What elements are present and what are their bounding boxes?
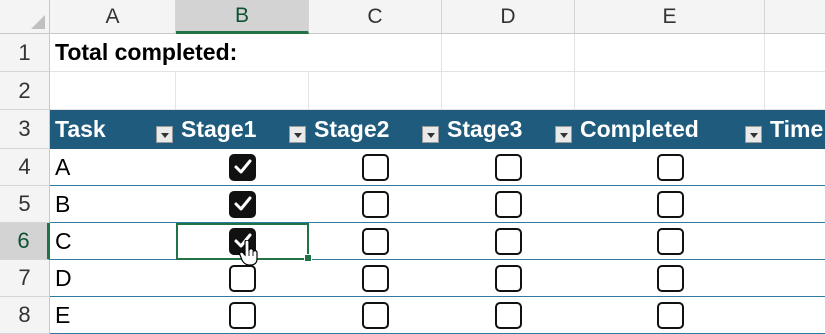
- cell-c1[interactable]: [309, 34, 442, 72]
- header-time[interactable]: Time: [765, 110, 825, 149]
- select-all-corner[interactable]: [0, 0, 50, 34]
- cell-b2[interactable]: [176, 72, 309, 110]
- task-cell[interactable]: A: [50, 149, 176, 186]
- stage3-cell[interactable]: [442, 149, 575, 186]
- cell-e1[interactable]: [575, 34, 765, 72]
- header-task[interactable]: Task: [50, 110, 176, 149]
- row-header-5[interactable]: 5: [0, 186, 50, 223]
- check-mark-icon: [234, 196, 251, 211]
- task-cell[interactable]: B: [50, 186, 176, 223]
- stage1-checkbox[interactable]: [229, 153, 256, 181]
- stage3-cell[interactable]: [442, 260, 575, 297]
- stage3-checkbox[interactable]: [495, 301, 522, 329]
- stage1-cell[interactable]: [176, 149, 309, 186]
- column-header-a[interactable]: A: [50, 0, 176, 34]
- stage2-checkbox[interactable]: [362, 153, 389, 181]
- completed-cell[interactable]: [575, 223, 765, 260]
- completed-cell[interactable]: [575, 186, 765, 223]
- header-task-label: Task: [55, 116, 106, 142]
- row-header-1[interactable]: 1: [0, 34, 50, 72]
- stage3-checkbox[interactable]: [495, 264, 522, 292]
- time-cell[interactable]: [765, 149, 825, 186]
- filter-dropdown-icon[interactable]: [555, 126, 572, 143]
- total-completed-label[interactable]: Total completed:: [50, 34, 309, 72]
- stage2-checkbox[interactable]: [362, 190, 389, 218]
- cell-f2[interactable]: [765, 72, 825, 110]
- completed-cell[interactable]: [575, 260, 765, 297]
- header-time-label: Time: [770, 116, 824, 142]
- stage1-checkbox[interactable]: [229, 264, 256, 292]
- stage3-checkbox[interactable]: [495, 153, 522, 181]
- cell-d1[interactable]: [442, 34, 575, 72]
- spreadsheet-grid: A B C D E 1 2 3 4 5 6 7 8 Total complete…: [0, 0, 825, 334]
- header-stage2-label: Stage2: [314, 116, 390, 142]
- completed-cell[interactable]: [575, 297, 765, 334]
- header-stage2[interactable]: Stage2: [309, 110, 442, 149]
- row-header-8[interactable]: 8: [0, 297, 50, 334]
- filter-dropdown-icon[interactable]: [156, 126, 173, 143]
- completed-checkbox[interactable]: [656, 153, 684, 181]
- stage3-cell[interactable]: [442, 297, 575, 334]
- task-cell[interactable]: D: [50, 260, 176, 297]
- stage2-cell[interactable]: [309, 260, 442, 297]
- stage2-cell[interactable]: [309, 149, 442, 186]
- column-header-b[interactable]: B: [176, 0, 309, 34]
- header-stage1[interactable]: Stage1: [176, 110, 309, 149]
- stage2-cell[interactable]: [309, 223, 442, 260]
- cell-f1[interactable]: [765, 34, 825, 72]
- header-completed-label: Completed: [580, 116, 699, 142]
- completed-checkbox[interactable]: [656, 264, 684, 292]
- task-cell[interactable]: C: [50, 223, 176, 260]
- time-cell[interactable]: [765, 260, 825, 297]
- column-header-e[interactable]: E: [575, 0, 765, 34]
- stage1-cell[interactable]: [176, 186, 309, 223]
- filter-dropdown-icon[interactable]: [422, 126, 439, 143]
- stage3-cell[interactable]: [442, 223, 575, 260]
- completed-checkbox[interactable]: [656, 190, 684, 218]
- stage1-checkbox[interactable]: [229, 190, 256, 218]
- cell-e2[interactable]: [575, 72, 765, 110]
- filter-dropdown-icon[interactable]: [289, 126, 306, 143]
- time-cell[interactable]: [765, 223, 825, 260]
- stage2-cell[interactable]: [309, 297, 442, 334]
- header-stage3[interactable]: Stage3: [442, 110, 575, 149]
- cell-d2[interactable]: [442, 72, 575, 110]
- hand-cursor-icon: [239, 240, 258, 266]
- stage3-checkbox[interactable]: [495, 190, 522, 218]
- stage3-cell[interactable]: [442, 186, 575, 223]
- row-header-7[interactable]: 7: [0, 260, 50, 297]
- column-header-d[interactable]: D: [442, 0, 575, 34]
- row-header-6[interactable]: 6: [0, 223, 50, 260]
- cell-c2[interactable]: [309, 72, 442, 110]
- header-stage3-label: Stage3: [447, 116, 523, 142]
- task-cell[interactable]: E: [50, 297, 176, 334]
- header-stage1-label: Stage1: [181, 116, 257, 142]
- stage3-checkbox[interactable]: [495, 227, 522, 255]
- completed-checkbox[interactable]: [656, 227, 684, 255]
- stage1-checkbox[interactable]: [229, 301, 256, 329]
- time-cell[interactable]: [765, 297, 825, 334]
- stage2-checkbox[interactable]: [362, 301, 389, 329]
- check-mark-icon: [234, 159, 251, 174]
- completed-cell[interactable]: [575, 149, 765, 186]
- filter-dropdown-icon[interactable]: [745, 126, 762, 143]
- stage2-checkbox[interactable]: [362, 227, 389, 255]
- time-cell[interactable]: [765, 186, 825, 223]
- stage2-cell[interactable]: [309, 186, 442, 223]
- row-header-3[interactable]: 3: [0, 110, 50, 149]
- completed-checkbox[interactable]: [656, 301, 684, 329]
- row-header-4[interactable]: 4: [0, 149, 50, 186]
- stage1-cell[interactable]: [176, 297, 309, 334]
- row-header-2[interactable]: 2: [0, 72, 50, 110]
- column-header-f[interactable]: [765, 0, 825, 34]
- stage2-checkbox[interactable]: [362, 264, 389, 292]
- header-completed[interactable]: Completed: [575, 110, 765, 149]
- column-header-c[interactable]: C: [309, 0, 442, 34]
- cell-a2[interactable]: [50, 72, 176, 110]
